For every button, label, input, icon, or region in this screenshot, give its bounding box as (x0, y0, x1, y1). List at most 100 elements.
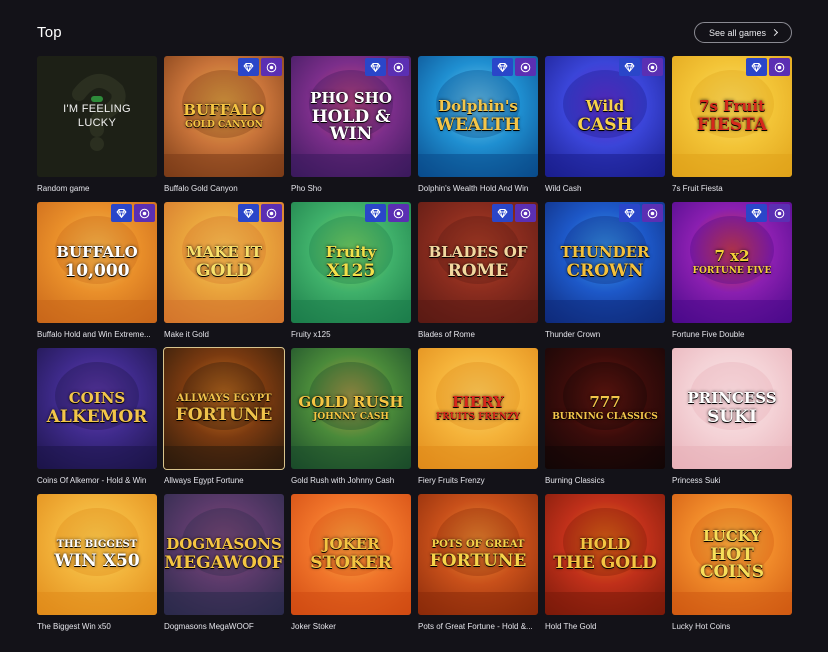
game-name[interactable]: Dogmasons MegaWOOF (164, 622, 288, 631)
diamond-icon (111, 204, 132, 222)
game-logo: ALLWAYS EGYPT FORTUNE (172, 393, 277, 425)
game-card[interactable]: 7 x2 FORTUNE FIVE Fortune Five Double (672, 202, 792, 339)
game-logo-line2: FORTUNE FIVE (692, 266, 772, 276)
game-card-random[interactable]: I'M FEELING LUCKY Random game (37, 56, 157, 193)
game-thumbnail[interactable]: DOGMASONS MEGAWOOF (164, 494, 284, 615)
game-card[interactable]: HOLD THE GOLD Hold The Gold (545, 494, 665, 631)
game-card[interactable]: DOGMASONS MEGAWOOF Dogmasons MegaWOOF (164, 494, 284, 631)
game-name[interactable]: Joker Stoker (291, 622, 415, 631)
game-thumbnail[interactable]: HOLD THE GOLD (545, 494, 665, 615)
game-name[interactable]: The Biggest Win x50 (37, 622, 161, 631)
game-card[interactable]: BUFFALO GOLD CANYON Buffalo Gold Canyon (164, 56, 284, 193)
game-name[interactable]: Dolphin's Wealth Hold And Win (418, 184, 542, 193)
game-card[interactable]: LUCKY HOT COINS Lucky Hot Coins (672, 494, 792, 631)
game-card[interactable]: POTS OF GREAT FORTUNE Pots of Great Fortun… (418, 494, 538, 631)
game-logo-line2: ALKEMOR (46, 407, 148, 427)
game-card[interactable]: MAKE IT GOLD Make it Gold (164, 202, 284, 339)
game-thumbnail[interactable]: MAKE IT GOLD (164, 202, 284, 323)
see-all-games-button[interactable]: See all games (694, 22, 792, 43)
diamond-icon (746, 58, 767, 76)
game-name[interactable]: Coins Of Alkemor - Hold & Win (37, 476, 161, 485)
game-thumbnail[interactable]: Wild CASH (545, 56, 665, 177)
game-card[interactable]: 777 BURNING CLASSICS Burning Classics (545, 348, 665, 485)
game-name[interactable]: Allways Egypt Fortune (164, 476, 288, 485)
game-card[interactable]: BUFFALO 10,000 Buffalo Hold and Win Extrem… (37, 202, 157, 339)
game-card[interactable]: ALLWAYS EGYPT FORTUNE Allways Egypt Fortun… (163, 347, 285, 485)
game-name[interactable]: Make it Gold (164, 330, 288, 339)
game-name[interactable]: Gold Rush with Johnny Cash (291, 476, 415, 485)
game-name[interactable]: Princess Suki (672, 476, 796, 485)
game-thumbnail[interactable]: 7s Fruit FIESTA (672, 56, 792, 177)
section-header: Top See all games (37, 22, 792, 44)
game-logo: 7s Fruit FIESTA (693, 99, 771, 134)
game-thumbnail[interactable]: Dolphin's WEALTH (418, 56, 538, 177)
game-thumbnail[interactable]: GOLD RUSH JOHNNY CASH (291, 348, 411, 469)
game-thumbnail[interactable]: BUFFALO GOLD CANYON (164, 56, 284, 177)
game-thumbnail[interactable]: 7 x2 FORTUNE FIVE (672, 202, 792, 323)
game-name[interactable]: Lucky Hot Coins (672, 622, 796, 631)
game-name[interactable]: Fortune Five Double (672, 330, 796, 339)
game-card[interactable]: PHO SHO HOLD & WIN Pho Sho (291, 56, 411, 193)
game-name[interactable]: Fruity x125 (291, 330, 415, 339)
game-thumbnail[interactable]: FIERY FRUITS FRENZY (418, 348, 538, 469)
game-logo: FIERY FRUITS FRENZY (432, 395, 524, 422)
game-thumbnail[interactable]: THE BIGGEST WIN X50 (37, 494, 157, 615)
game-thumbnail[interactable]: LUCKY HOT COINS (672, 494, 792, 615)
feature-badges (365, 204, 409, 222)
diamond-icon (492, 204, 513, 222)
game-name[interactable]: Fiery Fruits Frenzy (418, 476, 542, 485)
game-name[interactable]: Buffalo Hold and Win Extreme... (37, 330, 161, 339)
game-thumbnail[interactable]: PRINCESS SUKI (672, 348, 792, 469)
game-card[interactable]: Fruity X125 Fruity x125 (291, 202, 411, 339)
game-thumbnail[interactable]: POTS OF GREAT FORTUNE (418, 494, 538, 615)
game-card[interactable]: THUNDER CROWN Thunder Crown (545, 202, 665, 339)
game-logo-line1: JOKER (322, 535, 380, 553)
game-card[interactable]: Dolphin's WEALTH Dolphin's Wealth Hold And… (418, 56, 538, 193)
game-card[interactable]: COINS ALKEMOR Coins Of Alkemor - Hold & Wi… (37, 348, 157, 485)
chevron-right-icon (770, 28, 779, 37)
drops-icon (515, 58, 536, 76)
game-name[interactable]: Pots of Great Fortune - Hold &... (418, 622, 542, 631)
game-card[interactable]: BLADES OF ROME Blades of Rome (418, 202, 538, 339)
see-all-label: See all games (708, 27, 767, 38)
game-name[interactable]: Burning Classics (545, 476, 669, 485)
game-logo: THE BIGGEST WIN X50 (50, 539, 143, 570)
game-thumbnail[interactable]: JOKER STOKER (291, 494, 411, 615)
game-name[interactable]: Buffalo Gold Canyon (164, 184, 288, 193)
game-name[interactable]: Pho Sho (291, 184, 415, 193)
game-logo-line1: HOLD (579, 535, 631, 553)
game-card[interactable]: PRINCESS SUKI Princess Suki (672, 348, 792, 485)
game-name[interactable]: Random game (37, 184, 161, 193)
game-name[interactable]: Thunder Crown (545, 330, 669, 339)
game-thumbnail[interactable]: 777 BURNING CLASSICS (545, 348, 665, 469)
game-card[interactable]: GOLD RUSH JOHNNY CASH Gold Rush with Johnn… (291, 348, 411, 485)
game-name[interactable]: Wild Cash (545, 184, 669, 193)
game-logo: POTS OF GREAT FORTUNE (426, 539, 531, 570)
game-thumbnail[interactable]: Fruity X125 (291, 202, 411, 323)
game-thumbnail[interactable]: BUFFALO 10,000 (37, 202, 157, 323)
game-name[interactable]: Blades of Rome (418, 330, 542, 339)
game-card[interactable]: JOKER STOKER Joker Stoker (291, 494, 411, 631)
random-game-thumbnail[interactable]: I'M FEELING LUCKY (37, 56, 157, 177)
game-card[interactable]: THE BIGGEST WIN X50 The Biggest Win x50 (37, 494, 157, 631)
game-thumbnail[interactable]: PHO SHO HOLD & WIN (291, 56, 411, 177)
game-card[interactable]: Wild CASH Wild Cash (545, 56, 665, 193)
game-logo-line2: FORTUNE (175, 404, 273, 425)
game-thumbnail[interactable]: THUNDER CROWN (545, 202, 665, 323)
game-logo-line2: X125 (326, 261, 376, 281)
drops-icon (261, 204, 282, 222)
game-name[interactable]: Hold The Gold (545, 622, 669, 631)
game-card[interactable]: FIERY FRUITS FRENZY Fiery Fruits Frenzy (418, 348, 538, 485)
game-thumbnail[interactable]: COINS ALKEMOR (37, 348, 157, 469)
drops-icon (515, 204, 536, 222)
game-name[interactable]: 7s Fruit Fiesta (672, 184, 796, 193)
feature-badges (238, 204, 282, 222)
game-thumbnail[interactable]: ALLWAYS EGYPT FORTUNE (163, 347, 285, 470)
game-logo: THUNDER CROWN (556, 245, 653, 280)
game-logo-line1: BUFFALO (56, 243, 138, 261)
drops-icon (769, 58, 790, 76)
game-card[interactable]: 7s Fruit FIESTA 7s Fruit Fiesta (672, 56, 792, 193)
feature-badges (619, 58, 663, 76)
feeling-lucky-label: I'M FEELING LUCKY (63, 103, 131, 131)
game-thumbnail[interactable]: BLADES OF ROME (418, 202, 538, 323)
